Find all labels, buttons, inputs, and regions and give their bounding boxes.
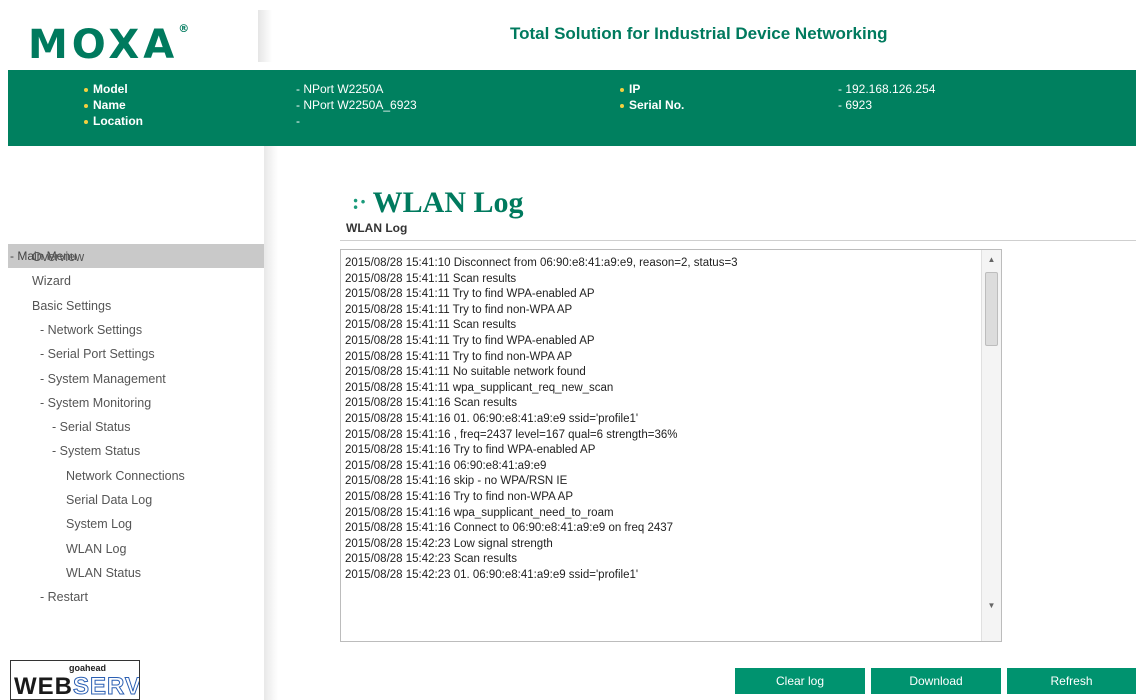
device-info-bar: Model Name Location - NPort W2250A - NPo… [8, 70, 1136, 146]
name-value: - NPort W2250A_6923 [296, 98, 417, 112]
webserver-logo: goahead WEBSERVER [10, 660, 140, 700]
location-label: Location [93, 114, 143, 128]
header: MOXA® Total Solution for Industrial Devi… [0, 0, 1136, 70]
sidebar-item-system-monitoring[interactable]: - System Monitoring [40, 396, 151, 410]
sidebar-item-network-settings[interactable]: - Network Settings [40, 323, 142, 337]
bullet-icon [84, 119, 88, 124]
sidebar-item-basic-settings[interactable]: Basic Settings [32, 299, 111, 313]
wlan-log-textarea[interactable]: 2015/08/28 15:41:10 Disconnect from 06:9… [340, 249, 1002, 642]
log-line: 2015/08/28 15:41:16 wpa_supplicant_need_… [345, 506, 614, 519]
sidebar-item-system-management[interactable]: - System Management [40, 372, 166, 386]
serial-label-cell: Serial No. [620, 98, 684, 112]
sidebar-item-wlan-log[interactable]: WLAN Log [66, 542, 126, 556]
sidebar-item-wizard[interactable]: Wizard [32, 274, 71, 288]
logo-text: MOXA [28, 22, 179, 68]
log-line: 2015/08/28 15:42:23 Low signal strength [345, 537, 553, 550]
sidebar-item-serial-data-log[interactable]: Serial Data Log [66, 493, 152, 507]
webserver-server-text: SERVER [72, 673, 139, 700]
sidebar-divider [264, 146, 278, 700]
refresh-button[interactable]: Refresh [1007, 668, 1136, 694]
model-value: - NPort W2250A [296, 82, 384, 96]
ip-label: IP [629, 82, 641, 96]
log-line: 2015/08/28 15:41:16 Try to find WPA-enab… [345, 444, 596, 457]
sidebar-item-network-connections[interactable]: Network Connections [66, 469, 185, 483]
log-line: 2015/08/28 15:41:10 Disconnect from 06:9… [345, 257, 738, 269]
download-button[interactable]: Download [871, 668, 1001, 694]
scroll-down-icon[interactable]: ▼ [982, 598, 1001, 614]
sidebar: - Main Menu Overview Wizard Basic Settings… [0, 146, 278, 700]
section-header: WLAN Log [340, 211, 1136, 241]
log-line: 2015/08/28 15:41:11 wpa_supplicant_req_n… [345, 381, 614, 394]
log-line: 2015/08/28 15:41:11 No suitable network … [345, 366, 586, 379]
log-line: 2015/08/28 15:41:16 skip - no WPA/RSN IE [345, 475, 568, 488]
log-line: 2015/08/28 15:42:23 Scan results [345, 553, 517, 566]
sidebar-item-serial-port-settings[interactable]: - Serial Port Settings [40, 347, 155, 361]
model-label: Model [93, 82, 128, 96]
bullet-icon [620, 87, 624, 92]
ip-value: - 192.168.126.254 [838, 82, 936, 96]
serial-value: - 6923 [838, 98, 873, 112]
model-label-cell: Model [84, 82, 128, 96]
clear-log-button[interactable]: Clear log [735, 668, 865, 694]
location-label-cell: Location [84, 114, 143, 128]
scrollbar-thumb[interactable] [985, 272, 998, 346]
location-value: - [296, 114, 300, 128]
log-content: 2015/08/28 15:41:10 Disconnect from 06:9… [345, 256, 975, 636]
log-line: 2015/08/28 15:41:11 Try to find WPA-enab… [345, 334, 595, 347]
sidebar-item-overview[interactable]: Overview [32, 250, 84, 264]
webserver-web-text: WEB [14, 673, 73, 700]
bullet-icon [84, 87, 88, 92]
webserver-small-text: goahead [69, 663, 107, 673]
name-label: Name [93, 98, 126, 112]
scroll-up-icon[interactable]: ▲ [982, 252, 1001, 268]
sidebar-item-system-log[interactable]: System Log [66, 517, 132, 531]
sidebar-item-system-status[interactable]: - System Status [52, 444, 140, 458]
log-line: 2015/08/28 15:41:16 Try to find non-WPA … [345, 490, 574, 503]
log-line: 2015/08/28 15:42:23 01. 06:90:e8:41:a9:e… [345, 568, 639, 581]
sidebar-item-serial-status[interactable]: - Serial Status [52, 420, 131, 434]
log-line: 2015/08/28 15:41:11 Scan results [345, 272, 517, 285]
name-label-cell: Name [84, 98, 126, 112]
bullet-icon [84, 103, 88, 108]
log-line: 2015/08/28 15:41:16 06:90:e8:41:a9:e9 [345, 459, 547, 472]
log-line: 2015/08/28 15:41:11 Try to find WPA-enab… [345, 288, 595, 301]
log-line: 2015/08/28 15:41:16 Connect to 06:90:e8:… [345, 522, 674, 535]
log-line: 2015/08/28 15:41:16 Scan results [345, 397, 517, 410]
log-scrollbar[interactable]: ▲ ▼ [981, 250, 1001, 641]
log-line: 2015/08/28 15:41:11 Try to find non-WPA … [345, 350, 573, 363]
serial-label: Serial No. [629, 98, 685, 112]
sidebar-item-restart[interactable]: - Restart [40, 590, 88, 604]
sidebar-item-wlan-status[interactable]: WLAN Status [66, 566, 141, 580]
tagline: Total Solution for Industrial Device Net… [510, 24, 888, 43]
moxa-logo: MOXA® [8, 10, 266, 68]
log-line: 2015/08/28 15:41:16 , freq=2437 level=16… [345, 428, 678, 441]
log-line: 2015/08/28 15:41:11 Try to find non-WPA … [345, 303, 573, 316]
bullet-icon [620, 103, 624, 108]
log-line: 2015/08/28 15:41:16 01. 06:90:e8:41:a9:e… [345, 412, 639, 425]
log-line: 2015/08/28 15:41:11 Scan results [345, 319, 517, 332]
ip-label-cell: IP [620, 82, 640, 96]
logo-registered-mark: ® [178, 22, 190, 35]
logo-divider [258, 10, 272, 62]
